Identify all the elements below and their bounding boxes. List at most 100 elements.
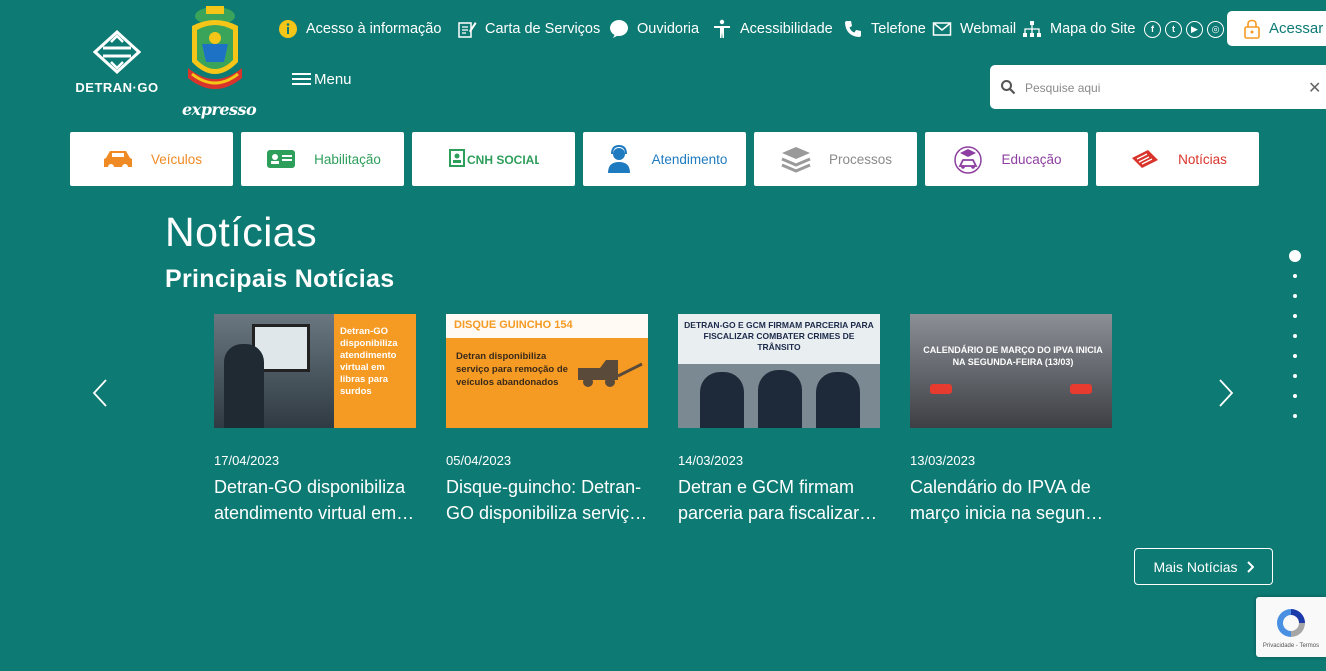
nav-carta-servicos[interactable]: Carta de Serviços [457,17,609,41]
tow-truck-icon [578,360,643,387]
news-date: 13/03/2023 [910,453,976,468]
news-image: Detran-GO disponibiliza atendimento virt… [214,314,416,428]
info-icon [279,20,297,38]
nav-telefone[interactable]: Telefone [843,17,932,41]
pager-dot[interactable] [1293,414,1297,418]
category-habilitacao[interactable]: Habilitação [241,132,404,186]
category-label: Veículos [150,151,203,167]
pager-dot[interactable] [1293,394,1297,398]
news-image: DETRAN-GO E GCM FIRMAM PARCERIA PARA FIS… [678,314,880,428]
cnh-social-text: CNH SOCIAL [467,153,539,167]
news-image-caption: DETRAN-GO E GCM FIRMAM PARCERIA PARA FIS… [684,320,874,352]
nav-label: Acessibilidade [740,21,833,37]
news-headline: Calendário do IPVA de março inicia na se… [910,477,1112,523]
nav-acesso-informacao[interactable]: Acesso à informação [278,17,457,41]
news-headline: Detran-GO disponibiliza atendimento virt… [214,477,406,523]
category-educacao[interactable]: Educação [925,132,1088,186]
accessibility-icon [714,19,730,38]
car-icon [103,151,132,170]
hamburger-icon [292,73,311,85]
pager-dot[interactable] [1293,334,1297,338]
category-bar: Veículos Habilitação CNH SOCIAL Atendime… [70,132,1259,186]
news-image-caption-top: DISQUE GUINCHO 154 [454,319,573,331]
category-label: Notícias [1178,151,1227,167]
nav-label: Acesso à informação [306,21,442,37]
news-card[interactable]: DETRAN-GO E GCM FIRMAM PARCERIA PARA FIS… [678,314,880,526]
page-title: Notícias [165,209,318,255]
attendant-icon [607,144,630,173]
nav-webmail[interactable]: Webmail [932,17,1022,41]
category-label: Processos [828,151,893,167]
clear-search-icon[interactable]: ✕ [1308,78,1321,98]
facebook-icon[interactable]: f [1144,20,1161,38]
nav-acessibilidade[interactable]: Acessibilidade [712,17,843,41]
recaptcha-text: Privacidade - Termos [1262,643,1320,649]
news-image-caption: Detran disponibiliza serviço para remoçã… [456,351,568,388]
lock-icon [1244,19,1260,39]
menu-button[interactable]: Menu [292,70,352,88]
news-image-caption: Detran-GO disponibiliza atendimento virt… [334,314,416,428]
detran-logo-text: DETRAN·GO [75,80,159,95]
recaptcha-badge[interactable]: Privacidade - Termos [1256,597,1326,657]
newspaper-icon [1132,150,1159,168]
news-headline: Detran e GCM firmam parceria para fiscal… [678,477,860,523]
detran-logo[interactable]: DETRAN·GO [70,30,164,96]
menu-label: Menu [314,70,352,88]
news-image-caption: CALENDÁRIO DE MARÇO DO IPVA INICIA NA SE… [923,345,1103,367]
sitemap-icon [1023,21,1041,37]
category-label: Atendimento [651,151,728,167]
category-processos[interactable]: Processos [754,132,917,186]
nav-mapa-site[interactable]: Mapa do Site [1022,17,1140,41]
carousel-prev-icon[interactable] [91,378,109,408]
expresso-logo-text: expresso [182,100,257,119]
phone-icon [845,21,861,37]
news-card[interactable]: CALENDÁRIO DE MARÇO DO IPVA INICIA NA SE… [910,314,1112,526]
news-card[interactable]: DISQUE GUINCHO 154 Detran disponibiliza … [446,314,648,526]
category-cnh-social[interactable]: CNH SOCIAL [412,132,575,186]
more-news-button[interactable]: Mais Notícias [1134,548,1273,585]
pager-dot[interactable] [1293,294,1297,298]
mail-icon [932,22,952,36]
pager-dot[interactable] [1293,314,1297,318]
top-navigation: Acesso à informação Carta de Serviços Ou… [278,17,1224,41]
nav-ouvidoria[interactable]: Ouvidoria [609,17,712,41]
more-news-label: Mais Notícias [1153,558,1238,575]
category-veiculos[interactable]: Veículos [70,132,233,186]
login-button[interactable]: Acessar [1227,11,1326,46]
chevron-right-icon [1246,560,1254,573]
pager-dot[interactable] [1293,374,1297,378]
goias-crest-icon [188,6,242,89]
section-subtitle: Principais Notícias [165,265,395,293]
cnh-social-logo: CNH SOCIAL [448,149,539,167]
search-box: ✕ [990,65,1326,109]
category-label: Educação [1001,151,1062,167]
twitter-icon[interactable]: t [1165,20,1182,38]
category-label: Habilitação [314,151,381,167]
news-date: 05/04/2023 [446,453,512,468]
document-edit-icon [458,22,477,38]
graduation-car-icon [954,146,983,174]
news-date: 17/04/2023 [214,453,280,468]
login-label: Acessar [1269,20,1324,37]
news-headline: Disque-guincho: Detran-GO disponibiliza … [446,477,642,523]
pager-dot[interactable] [1293,354,1297,358]
section-pager [1289,250,1301,426]
nav-label: Webmail [960,21,1017,37]
pager-dot[interactable] [1293,274,1297,278]
search-icon[interactable] [1000,79,1016,95]
news-card[interactable]: Detran-GO disponibiliza atendimento virt… [214,314,416,526]
search-input[interactable] [1025,77,1295,99]
recaptcha-icon [1277,609,1305,637]
carousel-next-icon[interactable] [1217,378,1235,408]
pager-dot[interactable] [1289,250,1301,262]
news-image: DISQUE GUINCHO 154 Detran disponibiliza … [446,314,648,428]
stack-icon [781,147,811,173]
news-date: 14/03/2023 [678,453,744,468]
instagram-icon[interactable]: ◎ [1207,20,1224,38]
youtube-icon[interactable]: ▶ [1186,20,1203,38]
category-atendimento[interactable]: Atendimento [583,132,746,186]
nav-label: Telefone [871,21,926,37]
category-noticias[interactable]: Notícias [1096,132,1259,186]
detran-emblem-icon [93,30,141,74]
expresso-logo[interactable]: expresso [180,4,257,120]
